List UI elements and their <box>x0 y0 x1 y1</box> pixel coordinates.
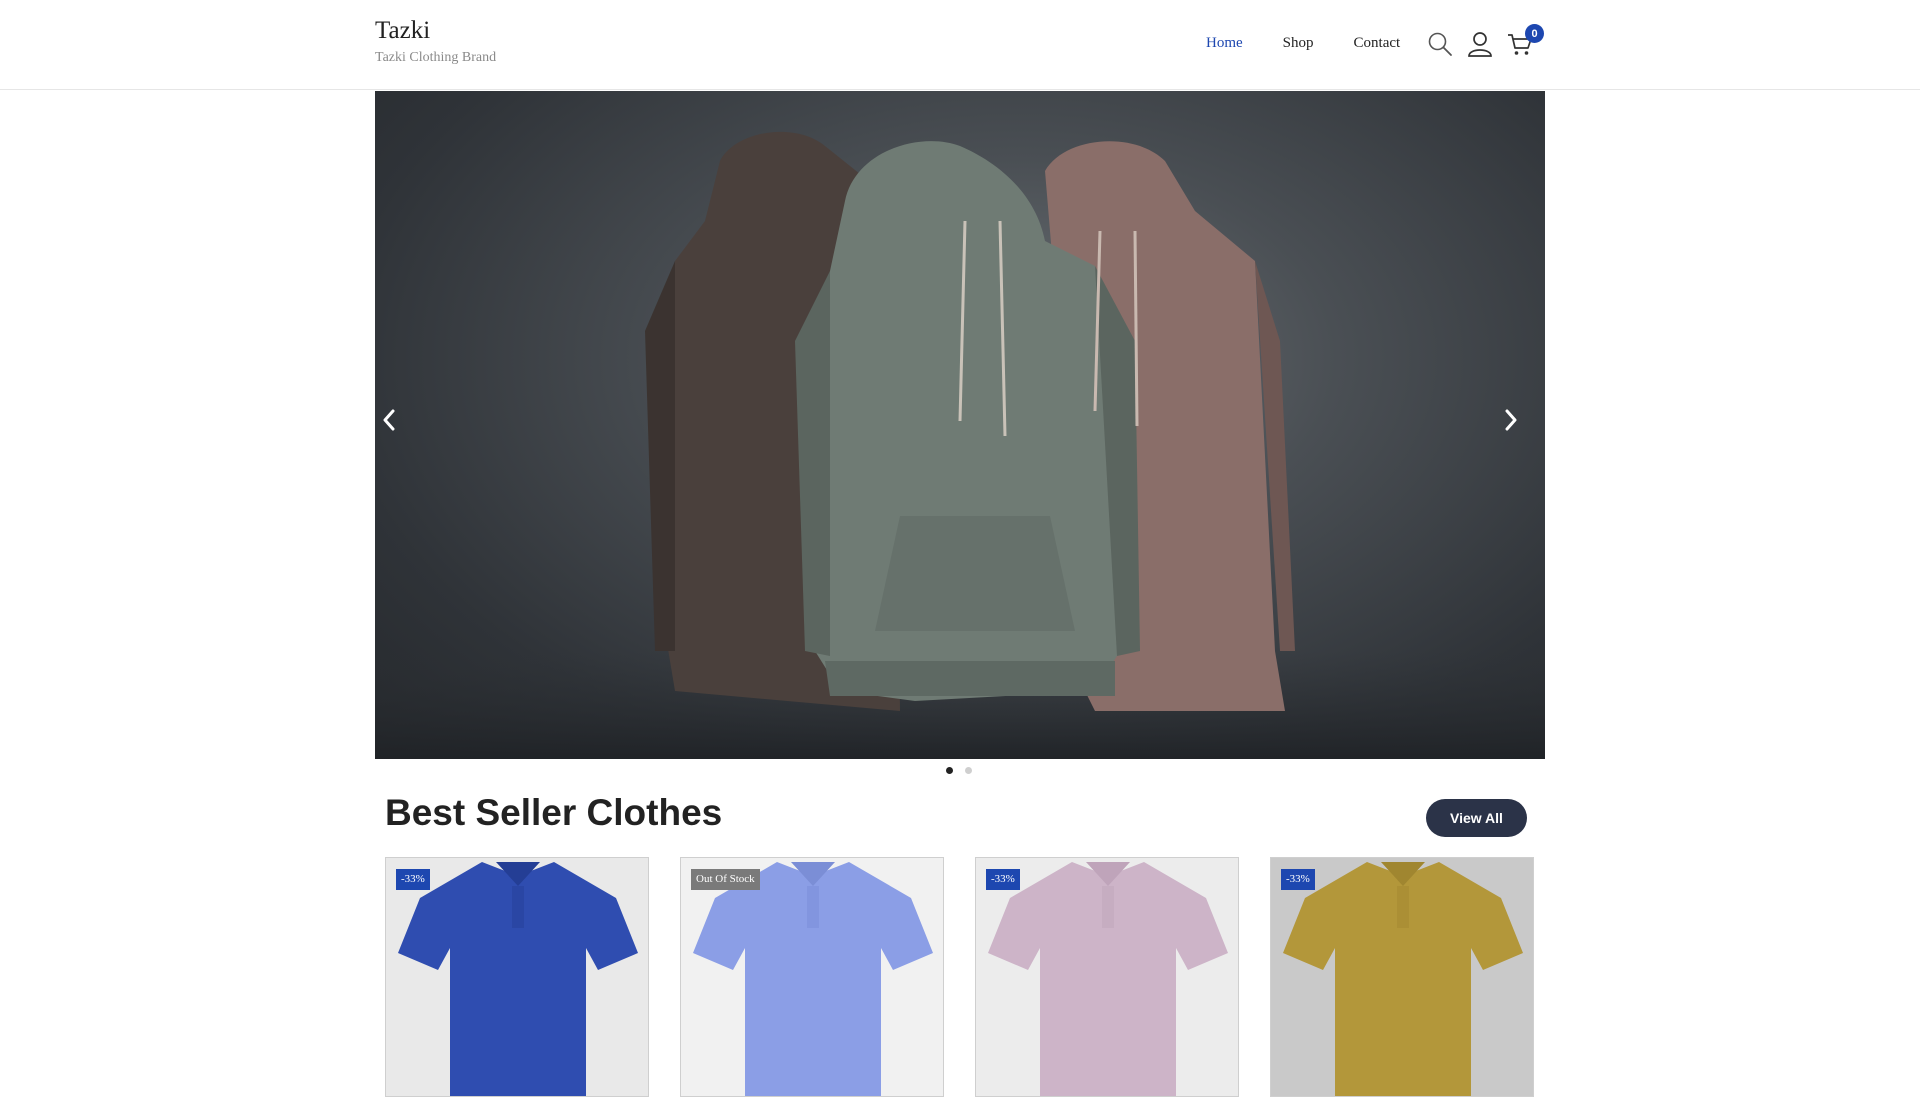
main-nav: Home Shop Contact <box>1206 35 1440 52</box>
header-icons: 0 <box>1426 24 1546 58</box>
product-card[interactable]: -33% <box>975 857 1239 1097</box>
section-title: Best Seller Clothes <box>385 792 723 833</box>
nav-contact[interactable]: Contact <box>1354 35 1401 52</box>
site-header: Tazki Tazki Clothing Brand Home Shop Con… <box>0 0 1920 90</box>
brand-tagline: Tazki Clothing Brand <box>375 50 497 65</box>
slider-dot-2[interactable] <box>965 767 972 774</box>
product-card[interactable]: -33% <box>385 857 649 1097</box>
product-image <box>1271 858 1533 1096</box>
cart-count-badge: 0 <box>1525 24 1544 43</box>
slider-dots <box>946 767 972 774</box>
discount-badge: -33% <box>1281 869 1315 890</box>
hero-slider <box>375 91 1545 759</box>
product-image <box>386 858 648 1096</box>
product-image <box>976 858 1238 1096</box>
stock-badge: Out Of Stock <box>691 869 760 890</box>
view-all-button[interactable]: View All <box>1426 799 1527 837</box>
search-icon[interactable] <box>1426 30 1454 58</box>
slider-prev-arrow[interactable] <box>381 409 417 445</box>
brand[interactable]: Tazki Tazki Clothing Brand <box>375 16 496 66</box>
brand-name[interactable]: Tazki <box>375 16 496 46</box>
user-icon[interactable] <box>1466 30 1494 58</box>
product-card[interactable]: Out Of Stock <box>680 857 944 1097</box>
slider-next-arrow[interactable] <box>1503 409 1539 445</box>
nav-home[interactable]: Home <box>1206 35 1243 52</box>
discount-badge: -33% <box>396 869 430 890</box>
product-image <box>681 858 943 1096</box>
hero-image <box>375 131 1545 759</box>
nav-shop[interactable]: Shop <box>1283 35 1314 52</box>
discount-badge: -33% <box>986 869 1020 890</box>
product-card[interactable]: -33% <box>1270 857 1534 1097</box>
slider-dot-1[interactable] <box>946 767 953 774</box>
cart-icon[interactable]: 0 <box>1506 24 1544 58</box>
